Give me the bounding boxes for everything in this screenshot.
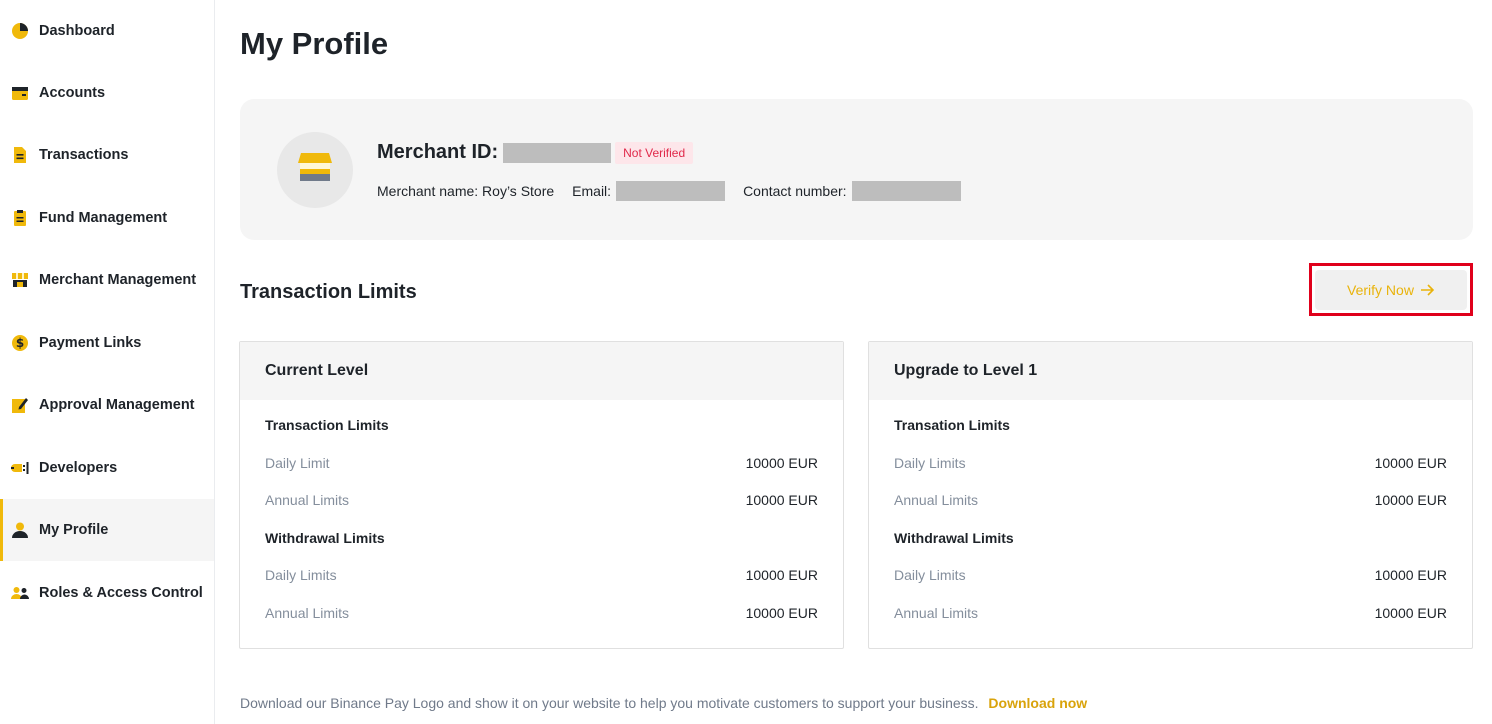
limit-row: Annual Limits 10000 EUR (894, 492, 1447, 508)
arrow-right-icon (1420, 284, 1435, 296)
sidebar-item-label: Accounts (39, 85, 106, 101)
edit-pencil-icon (11, 396, 29, 414)
page-title: My Profile (240, 26, 389, 61)
users-icon (11, 584, 29, 602)
sidebar-item-developers[interactable]: Developers (0, 437, 214, 499)
sidebar-item-my-profile[interactable]: My Profile (0, 499, 214, 561)
merchant-id-value-redacted (503, 142, 612, 163)
sidebar-item-label: Merchant Management (39, 272, 197, 288)
contact-number-value-redacted (851, 181, 961, 201)
limit-row: Daily Limits 10000 EUR (894, 567, 1447, 583)
withdrawal-limits-group-title: Withdrawal Limits (265, 530, 385, 546)
document-icon (11, 146, 29, 164)
verify-now-button[interactable]: Verify Now (1315, 270, 1467, 310)
sidebar-item-fund-management[interactable]: Fund Management (0, 187, 214, 249)
verify-now-label: Verify Now (1347, 282, 1414, 298)
sidebar-item-transactions[interactable]: Transactions (0, 124, 214, 186)
upgrade-level-title: Upgrade to Level 1 (869, 342, 1472, 400)
sidebar-item-merchant-management[interactable]: Merchant Management (0, 249, 214, 311)
sidebar: Dashboard Accounts Transactions Fund Man… (0, 0, 215, 724)
wallet-icon (11, 84, 29, 102)
sidebar-item-label: Developers (39, 460, 118, 476)
sidebar-item-label: Payment Links (39, 335, 142, 351)
footer-note: Download our Binance Pay Logo and show i… (240, 695, 1087, 711)
merchant-profile-card: Merchant ID: Not Verified Merchant name:… (240, 99, 1473, 240)
current-level-card: Current Level Transaction Limits Daily L… (239, 341, 844, 649)
sidebar-item-dashboard[interactable]: Dashboard (0, 0, 214, 62)
sidebar-item-label: Dashboard (39, 23, 115, 39)
store-icon (298, 152, 332, 188)
sidebar-item-label: Roles & Access Control (39, 585, 203, 601)
sidebar-item-label: My Profile (39, 522, 109, 538)
sidebar-item-approval-management[interactable]: Approval Management (0, 374, 214, 436)
dashboard-pie-icon (11, 22, 29, 40)
email-value-redacted (616, 181, 726, 201)
status-badge: Not Verified (615, 141, 694, 164)
transaction-limits-group-title: Transaction Limits (265, 417, 389, 433)
download-now-link[interactable]: Download now (988, 695, 1087, 711)
sidebar-item-payment-links[interactable]: $ Payment Links (0, 312, 214, 374)
limit-row: Annual Limits 10000 EUR (265, 605, 818, 621)
sidebar-item-roles-access-control[interactable]: Roles & Access Control (0, 562, 214, 624)
limit-row: Annual Limits 10000 EUR (894, 605, 1447, 621)
withdrawal-limits-group-title: Withdrawal Limits (894, 530, 1014, 546)
sidebar-item-label: Fund Management (39, 210, 168, 226)
store-icon (11, 271, 29, 289)
sidebar-item-label: Approval Management (39, 397, 195, 413)
sidebar-item-label: Transactions (39, 147, 129, 163)
transaction-limits-group-title: Transation Limits (894, 417, 1010, 433)
current-level-title: Current Level (240, 342, 843, 400)
merchant-info-row: Merchant name: Roy’s Store Email: Contac… (377, 181, 979, 201)
svg-text:$: $ (16, 336, 24, 350)
email-label: Email: (572, 183, 612, 199)
user-icon (11, 521, 29, 539)
merchant-name: Merchant name: Roy’s Store (377, 183, 555, 199)
limit-row: Daily Limits 10000 EUR (894, 455, 1447, 471)
transaction-limits-title: Transaction Limits (240, 281, 417, 303)
avatar (277, 132, 353, 208)
dollar-coin-icon: $ (11, 334, 29, 352)
limit-row: Daily Limit 10000 EUR (265, 455, 818, 471)
limit-row: Annual Limits 10000 EUR (265, 492, 818, 508)
merchant-id-row: Merchant ID: Not Verified (377, 141, 694, 164)
contact-number-label: Contact number: (743, 183, 847, 199)
upgrade-level-card: Upgrade to Level 1 Transation Limits Dai… (868, 341, 1473, 649)
clipboard-icon (11, 209, 29, 227)
footer-text: Download our Binance Pay Logo and show i… (240, 695, 979, 711)
merchant-id-label: Merchant ID: (377, 141, 499, 163)
sidebar-item-accounts[interactable]: Accounts (0, 62, 214, 124)
limit-row: Daily Limits 10000 EUR (265, 567, 818, 583)
plug-icon (11, 459, 29, 477)
